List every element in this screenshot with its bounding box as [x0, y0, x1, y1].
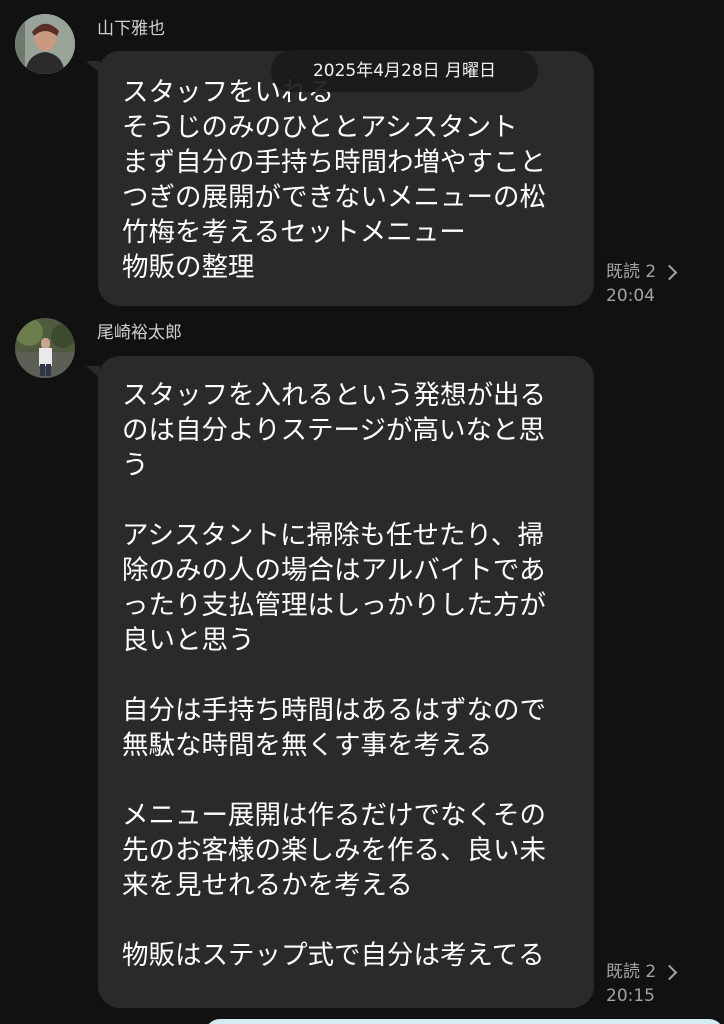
date-separator: 2025年4月28日 月曜日 — [271, 50, 538, 92]
message-meta: 既読 2 20:15 — [606, 960, 678, 1008]
chevron-right-icon — [661, 264, 678, 281]
read-receipt[interactable]: 既読 2 — [606, 260, 678, 284]
message-bubble[interactable]: スタッフを入れるという発想が出る のは自分よりステージが高いなと思 う アシスタ… — [98, 356, 594, 1008]
message-time: 20:15 — [606, 986, 655, 1006]
next-message-bubble-edge — [205, 1019, 724, 1024]
sender-name: 山下雅也 — [97, 19, 165, 39]
message-meta: 既読 2 20:04 — [606, 260, 678, 308]
avatar-yamashita[interactable] — [15, 14, 75, 74]
read-count-label: 既読 2 — [606, 962, 657, 982]
avatar-ozaki[interactable] — [15, 318, 75, 378]
chevron-right-icon — [661, 964, 678, 981]
read-receipt[interactable]: 既読 2 — [606, 960, 678, 984]
chat-screen: 山下雅也 スタッフをいれる そうじのみのひととアシスタント まず自分の手持ち時間… — [0, 0, 724, 1024]
message-time: 20:04 — [606, 286, 655, 306]
read-count-label: 既読 2 — [606, 262, 657, 282]
sender-name: 尾崎裕太郎 — [97, 323, 182, 343]
